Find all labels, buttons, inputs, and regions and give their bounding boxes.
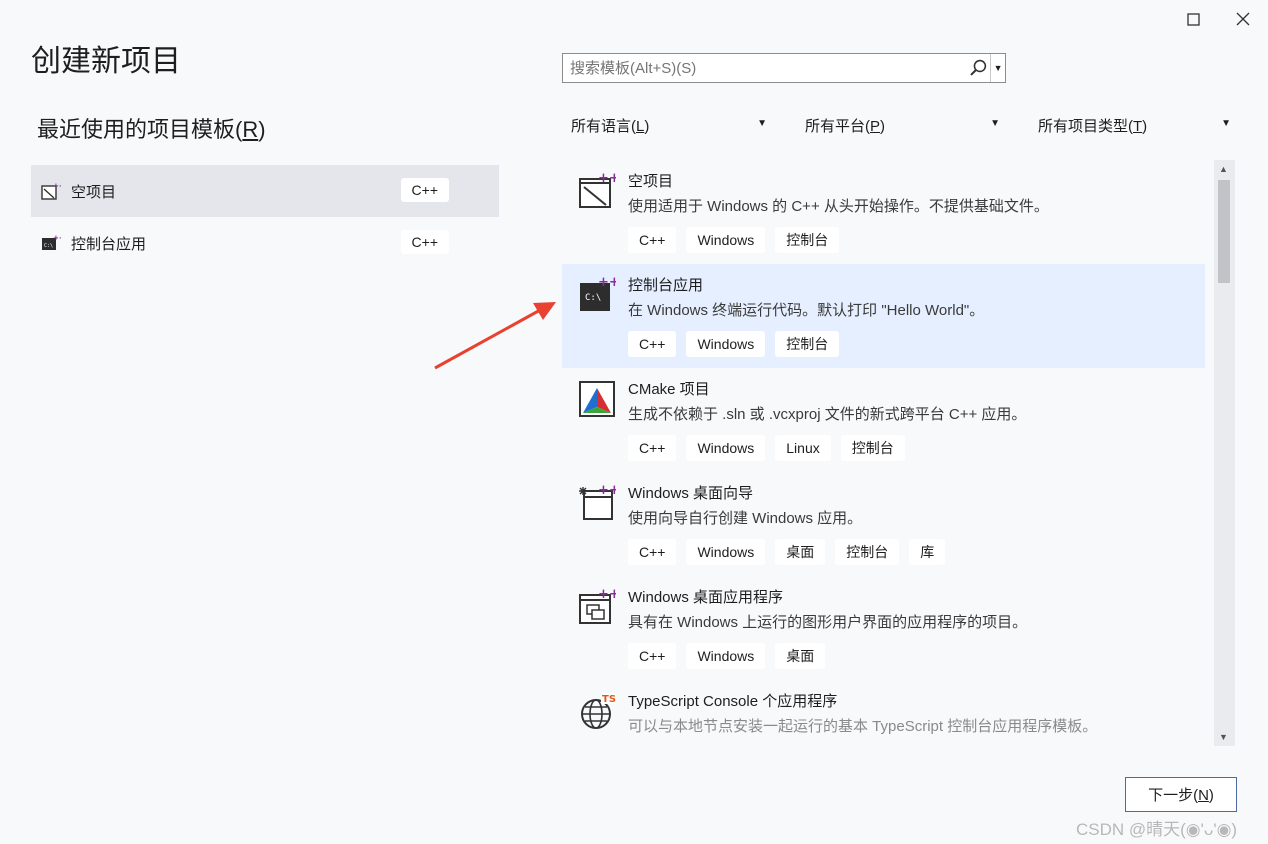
- template-tag: Windows: [686, 435, 766, 461]
- template-tag: Windows: [686, 331, 766, 357]
- template-name: CMake 项目: [628, 381, 710, 398]
- close-button[interactable]: [1229, 8, 1257, 30]
- desktop-wizard-icon: ++: [579, 484, 616, 520]
- chevron-down-icon: ▼: [1221, 118, 1231, 129]
- search-input[interactable]: [568, 58, 965, 78]
- recent-heading-suffix: ): [258, 117, 266, 142]
- chevron-down-icon: ▼: [757, 118, 767, 129]
- svg-text:TS: TS: [602, 694, 616, 705]
- typescript-globe-icon: TS: [581, 693, 616, 729]
- template-list-scrollbar[interactable]: ▲ ▼: [1214, 160, 1235, 746]
- template-tags: C++ Windows Linux 控制台: [628, 435, 905, 461]
- template-name: 空项目: [628, 173, 674, 190]
- next-button[interactable]: 下一步(N): [1125, 777, 1237, 812]
- template-tag: 库: [909, 539, 946, 565]
- template-description: 在 Windows 终端运行代码。默认打印 "Hello World"。: [628, 302, 985, 319]
- recent-item-label: 控制台应用: [71, 235, 147, 253]
- template-item-desktop-app[interactable]: ++ Windows 桌面应用程序 具有在 Windows 上运行的图形用户界面…: [562, 576, 1205, 680]
- scrollbar-thumb[interactable]: [1218, 180, 1230, 283]
- template-name: Windows 桌面向导: [628, 485, 754, 502]
- template-description: 使用适用于 Windows 的 C++ 从头开始操作。不提供基础文件。: [628, 198, 1049, 215]
- template-description: 使用向导自行创建 Windows 应用。: [628, 510, 863, 527]
- template-tag: 桌面: [775, 643, 826, 669]
- chevron-down-icon: ▼: [990, 118, 1000, 129]
- svg-text:++: ++: [598, 588, 616, 602]
- template-tag: C++: [628, 435, 677, 461]
- template-tag: Windows: [686, 643, 766, 669]
- template-name: 控制台应用: [628, 277, 704, 294]
- template-tag: C++: [628, 539, 677, 565]
- template-description: 具有在 Windows 上运行的图形用户界面的应用程序的项目。: [628, 614, 1028, 631]
- recent-heading-text: 最近使用的项目模板(: [37, 117, 243, 142]
- recent-templates-list: ++ 空项目 C++ C:\ ++ 控制台应用 C++: [31, 165, 499, 269]
- template-tag: 桌面: [775, 539, 826, 565]
- svg-text:C:\: C:\: [585, 293, 601, 303]
- template-item-desktop-wizard[interactable]: ++ Windows 桌面向导 使用向导自行创建 Windows 应用。 C++…: [562, 472, 1205, 576]
- template-tags: C++ Windows 控制台: [628, 227, 840, 253]
- chevron-down-icon: ▼: [993, 63, 1003, 73]
- console-app-icon: C:\ ++: [42, 234, 61, 250]
- platform-filter-label: 所有平台(P): [805, 117, 886, 135]
- language-filter-label: 所有语言(L): [571, 117, 650, 135]
- template-list: ++ 空项目 使用适用于 Windows 的 C++ 从头开始操作。不提供基础文…: [562, 160, 1205, 744]
- recent-item-label: 空项目: [71, 183, 117, 201]
- svg-text:++: ++: [598, 276, 616, 290]
- template-tags: C++ Windows 桌面: [628, 643, 826, 669]
- red-arrow-annotation: [434, 302, 556, 370]
- svg-text:++: ++: [53, 182, 61, 190]
- platform-filter-dropdown[interactable]: 所有平台(P) ▼: [805, 110, 1000, 140]
- template-tag: C++: [628, 643, 677, 669]
- watermark: CSDN @晴天(◉'ᴗ'◉): [1076, 820, 1238, 839]
- template-name: TypeScript Console 个应用程序: [628, 693, 838, 710]
- template-name: Windows 桌面应用程序: [628, 589, 784, 606]
- maximize-icon: [1186, 12, 1200, 26]
- template-tag: 控制台: [775, 227, 840, 253]
- svg-text:++: ++: [598, 172, 616, 186]
- svg-text:++: ++: [53, 234, 61, 242]
- project-type-filter-label: 所有项目类型(T): [1038, 117, 1148, 135]
- language-filter-dropdown[interactable]: 所有语言(L) ▼: [571, 110, 767, 140]
- page-title: 创建新项目: [31, 45, 181, 78]
- template-tag: C++: [628, 227, 677, 253]
- template-tag: 控制台: [840, 435, 905, 461]
- close-icon: [1236, 12, 1250, 26]
- scroll-down-icon[interactable]: ▼: [1219, 732, 1228, 742]
- recent-item-console-app[interactable]: C:\ ++ 控制台应用 C++: [31, 217, 499, 269]
- recent-item-tag: C++: [400, 230, 449, 254]
- next-button-label: 下一步(N): [1148, 787, 1214, 804]
- search-icon[interactable]: [968, 57, 990, 79]
- project-type-filter-dropdown[interactable]: 所有项目类型(T) ▼: [1038, 110, 1231, 140]
- recent-item-empty-project[interactable]: ++ 空项目 C++: [31, 165, 499, 217]
- svg-text:C:\: C:\: [44, 243, 53, 249]
- empty-project-icon: ++: [579, 172, 616, 208]
- console-app-icon: C:\ ++: [580, 276, 616, 311]
- template-description: 生成不依赖于 .sln 或 .vcxproj 文件的新式跨平台 C++ 应用。: [628, 406, 1027, 423]
- template-tag: 控制台: [775, 331, 840, 357]
- template-tags: C++ Windows 桌面 控制台 库: [628, 539, 946, 565]
- template-tag: Linux: [775, 435, 831, 461]
- recent-item-tag: C++: [400, 178, 449, 202]
- template-item-cmake[interactable]: CMake 项目 生成不依赖于 .sln 或 .vcxproj 文件的新式跨平台…: [562, 368, 1205, 472]
- template-item-typescript-console[interactable]: TS TypeScript Console 个应用程序 可以与本地节点安装一起运…: [562, 680, 1205, 744]
- template-item-empty-project[interactable]: ++ 空项目 使用适用于 Windows 的 C++ 从头开始操作。不提供基础文…: [562, 160, 1205, 264]
- recent-templates-heading: 最近使用的项目模板(R): [37, 112, 266, 144]
- template-tag: Windows: [686, 539, 766, 565]
- template-tag: C++: [628, 331, 677, 357]
- template-description: 可以与本地节点安装一起运行的基本 TypeScript 控制台应用程序模板。: [628, 718, 1098, 735]
- template-item-console-app[interactable]: C:\ ++ 控制台应用 在 Windows 终端运行代码。默认打印 "Hell…: [562, 264, 1205, 368]
- maximize-button[interactable]: [1179, 8, 1207, 30]
- svg-text:++: ++: [598, 484, 616, 498]
- template-search-box: ▼: [562, 53, 1006, 83]
- template-tag: 控制台: [835, 539, 900, 565]
- recent-heading-hotkey: R: [242, 117, 259, 142]
- search-dropdown-button[interactable]: ▼: [990, 54, 1005, 82]
- scroll-up-icon[interactable]: ▲: [1219, 164, 1228, 174]
- template-tags: C++ Windows 控制台: [628, 331, 840, 357]
- desktop-app-icon: ++: [579, 588, 616, 624]
- template-tag: Windows: [686, 227, 766, 253]
- cmake-icon: [579, 381, 615, 417]
- empty-project-icon: ++: [41, 182, 61, 200]
